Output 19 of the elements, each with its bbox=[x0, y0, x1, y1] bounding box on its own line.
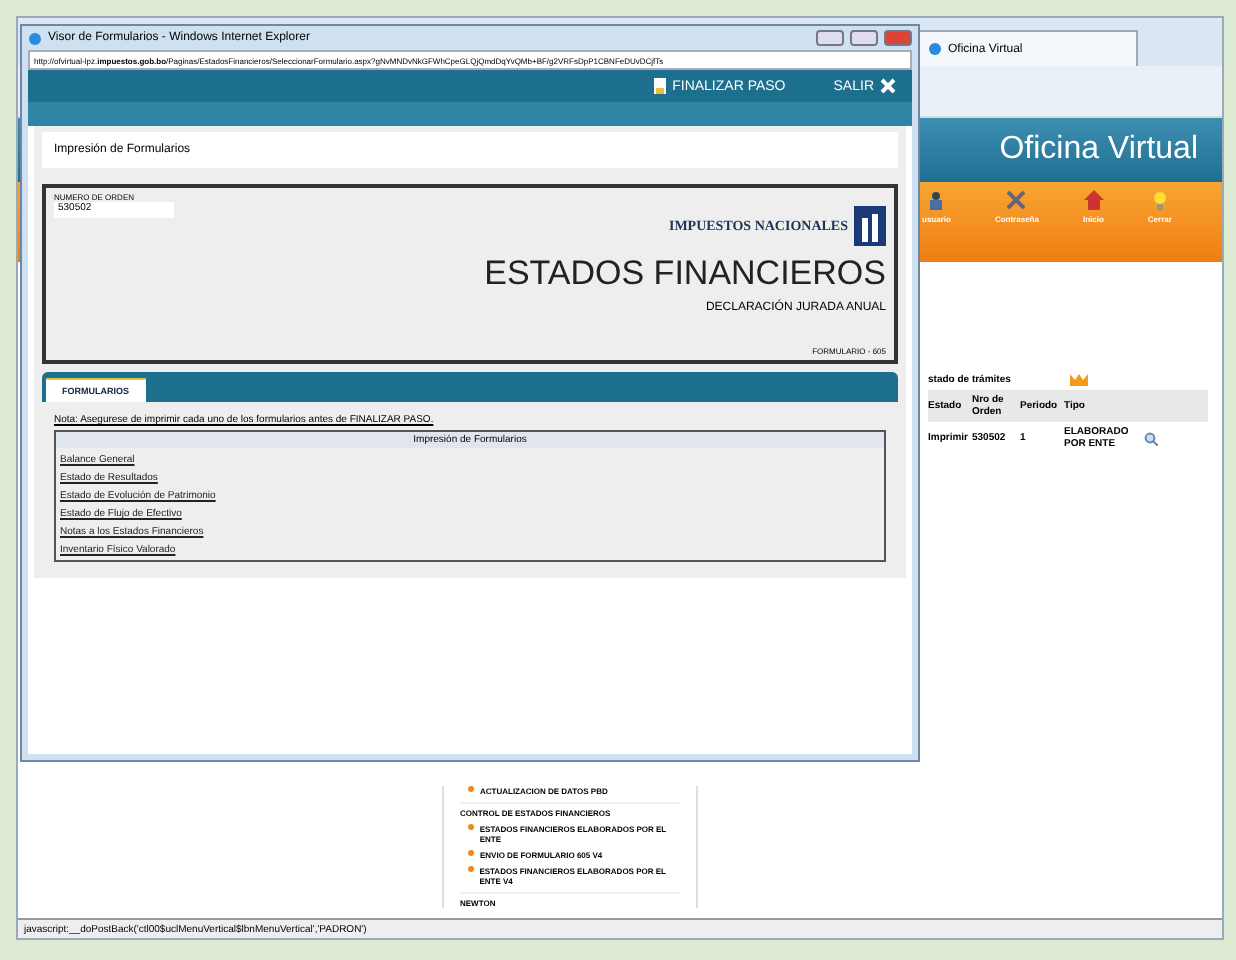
document-icon bbox=[654, 78, 667, 94]
logo-icon bbox=[854, 206, 886, 246]
bullet-icon bbox=[468, 866, 474, 872]
maximize-button[interactable] bbox=[850, 30, 878, 46]
form-heading: ESTADOS FINANCIEROS bbox=[482, 254, 886, 294]
magnifier-icon[interactable] bbox=[1144, 431, 1158, 445]
minimize-button[interactable] bbox=[816, 30, 844, 46]
browser-logo-icon bbox=[28, 31, 42, 45]
person-icon bbox=[928, 190, 945, 210]
browser-logo-icon bbox=[928, 42, 942, 56]
house-icon bbox=[1083, 190, 1104, 210]
close-icon bbox=[880, 78, 896, 94]
tools-icon bbox=[1006, 190, 1027, 210]
bullet-icon bbox=[468, 786, 474, 792]
bullet-icon bbox=[468, 824, 474, 830]
bulb-icon bbox=[1151, 190, 1168, 210]
crown-icon bbox=[1070, 374, 1089, 386]
bullet-icon bbox=[468, 850, 474, 856]
close-button[interactable] bbox=[884, 30, 912, 46]
